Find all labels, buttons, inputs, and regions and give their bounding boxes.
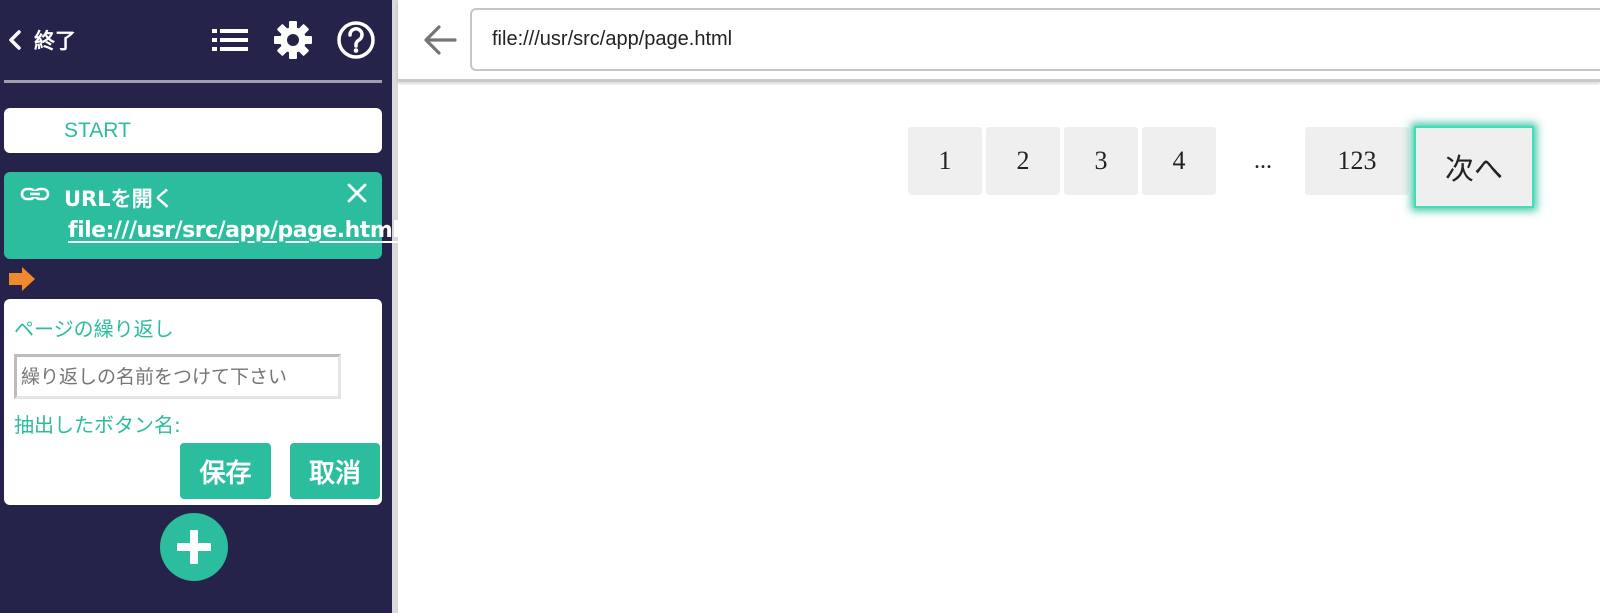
save-button[interactable]: 保存: [180, 443, 271, 499]
open-url-step[interactable]: URLを開く file:///usr/src/app/page.html: [4, 172, 400, 259]
cancel-button[interactable]: 取消: [290, 443, 380, 499]
plus-icon: [177, 530, 211, 564]
page-button-last[interactable]: 123: [1305, 127, 1409, 195]
page-loop-step: ページの繰り返し 抽出したボタン名: 保存 取消: [4, 299, 382, 505]
current-step-arrow-icon: [9, 267, 35, 291]
link-icon: [20, 182, 50, 206]
sidebar-topbar: 終了: [0, 0, 392, 80]
gear-icon[interactable]: [273, 20, 313, 60]
page-content: 1 2 3 4 ... 123 次へ: [398, 85, 1600, 613]
arrow-left-icon[interactable]: [422, 22, 458, 58]
close-icon[interactable]: [344, 180, 370, 206]
page-loop-title: ページの繰り返し: [14, 317, 174, 341]
page-button-1[interactable]: 1: [908, 127, 982, 195]
page-button-2[interactable]: 2: [986, 127, 1060, 195]
list-icon[interactable]: [210, 20, 250, 60]
page-ellipsis: ...: [1254, 147, 1272, 174]
exit-button[interactable]: 終了: [6, 24, 76, 56]
chevron-left-icon: [9, 30, 21, 50]
browser-toolbar: [398, 0, 1600, 82]
start-label: START: [64, 119, 131, 142]
sidebar: 終了 START URLを開く file:///usr/src/app/page…: [0, 0, 400, 613]
sidebar-divider: [4, 80, 382, 83]
page-button-4[interactable]: 4: [1142, 127, 1216, 195]
open-url-link[interactable]: file:///usr/src/app/page.html: [68, 218, 400, 243]
loop-name-input[interactable]: [14, 354, 341, 399]
extracted-button-label: 抽出したボタン名:: [14, 413, 181, 437]
address-bar[interactable]: [470, 8, 1600, 71]
open-url-title: URLを開く: [64, 187, 174, 211]
add-step-button[interactable]: [160, 513, 228, 581]
start-step[interactable]: START: [4, 108, 382, 153]
exit-label: 終了: [34, 29, 76, 53]
help-icon[interactable]: [336, 20, 376, 60]
page-button-3[interactable]: 3: [1064, 127, 1138, 195]
next-page-button[interactable]: 次へ: [1414, 126, 1534, 208]
